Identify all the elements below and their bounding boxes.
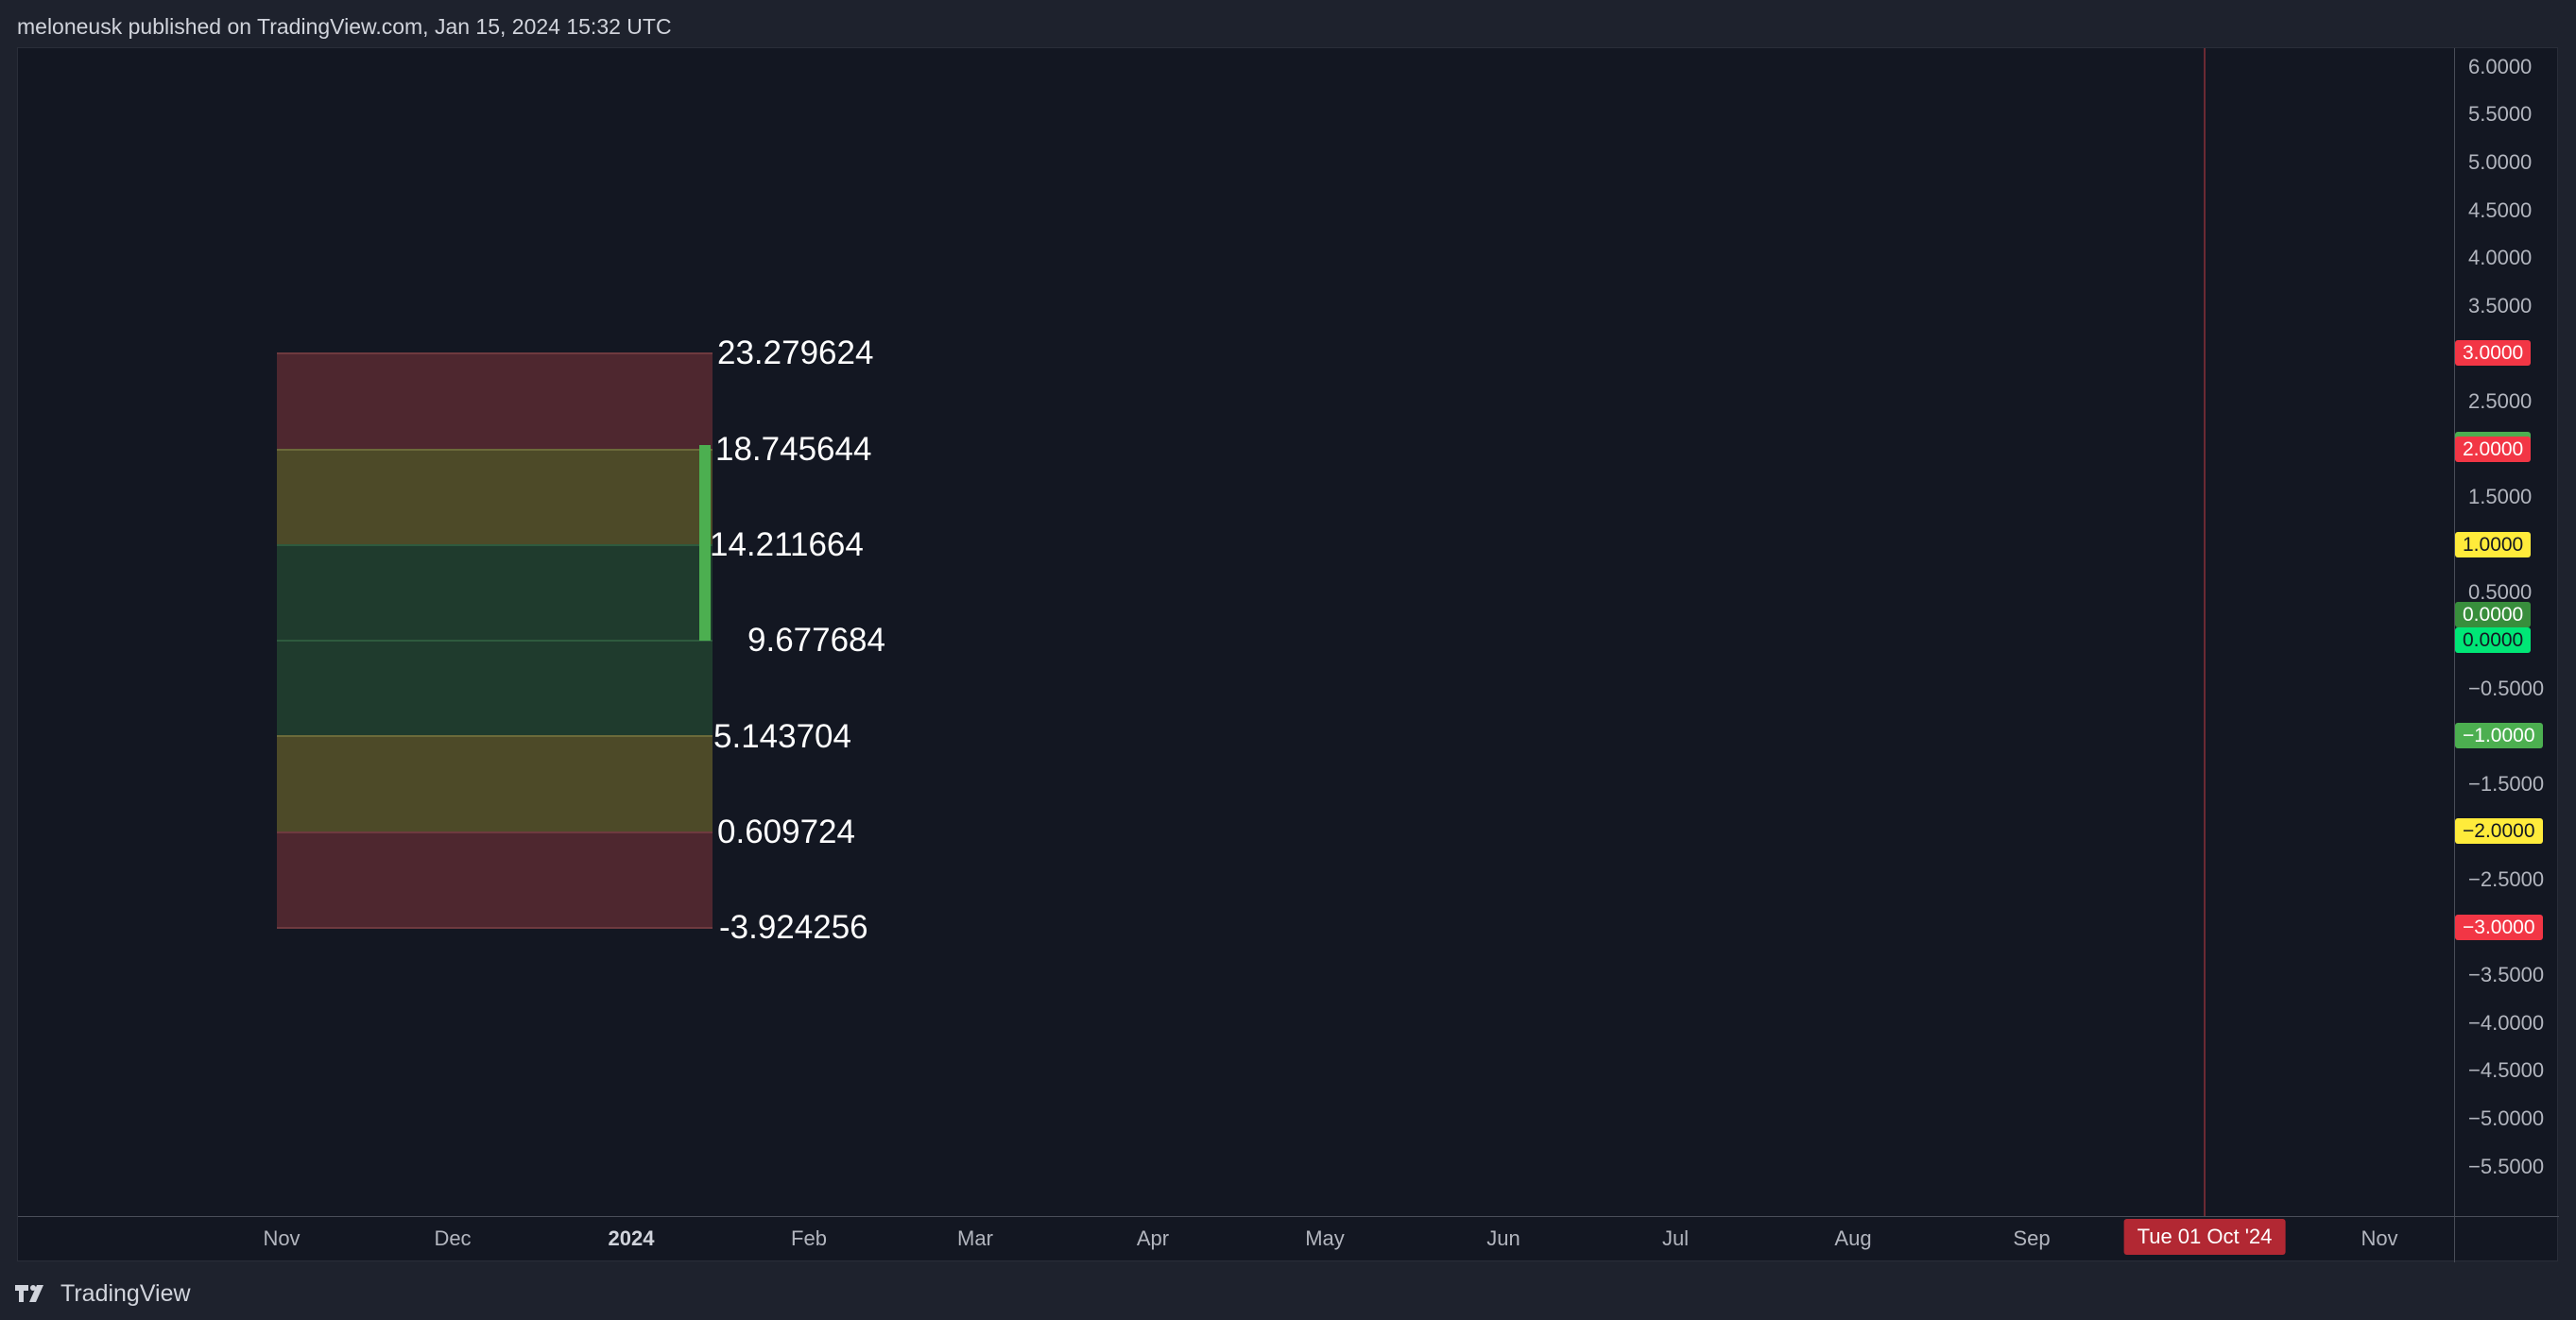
- zone-band-red: [277, 832, 713, 928]
- price-tick: 4.5000: [2468, 197, 2533, 222]
- price-tick: −1.5000: [2468, 771, 2545, 796]
- price-tick: 4.0000: [2468, 246, 2533, 270]
- crosshair-time-badge: Tue 01 Oct '24: [2123, 1219, 2286, 1255]
- price-tick: 5.5000: [2468, 102, 2533, 127]
- level-label: -3.924256: [719, 909, 868, 946]
- time-tick: Nov: [2361, 1226, 2398, 1250]
- tradingview-logo-icon: [15, 1285, 43, 1302]
- price-tick: −3.5000: [2468, 963, 2545, 987]
- price-tick: 1.5000: [2468, 485, 2533, 509]
- time-tick: Jul: [1661, 1226, 1690, 1250]
- zone-band-yellow: [277, 450, 713, 545]
- time-axis[interactable]: Nov Dec 2024 Feb Mar Apr May Jun Jul Aug Sep Nov Tue…: [18, 1216, 2454, 1262]
- price-badge: 2.0000: [2455, 436, 2532, 462]
- price-badge: −2.0000: [2455, 818, 2543, 845]
- level-label: 14.211664: [710, 526, 864, 563]
- level-label: 23.279624: [717, 334, 874, 371]
- price-badge: −1.0000: [2455, 723, 2543, 749]
- level-label: 9.677684: [747, 622, 885, 659]
- price-tick: −4.0000: [2468, 1010, 2545, 1035]
- crosshair-vertical-line: [2204, 48, 2206, 1216]
- time-tick: 2024: [608, 1226, 655, 1250]
- zone-band-yellow: [277, 736, 713, 832]
- price-badge: 1.0000: [2455, 531, 2532, 557]
- price-tick: 6.0000: [2468, 54, 2533, 78]
- price-badge: 0.0000: [2455, 601, 2532, 627]
- price-tick: −0.5000: [2468, 676, 2545, 700]
- axis-corner: [2454, 1216, 2559, 1262]
- level-line: [277, 352, 713, 354]
- level-line: [277, 449, 713, 451]
- time-tick: Nov: [263, 1226, 301, 1250]
- price-axis[interactable]: 6.0000 5.5000 5.0000 4.5000 4.0000 3.5000 2.50…: [2454, 48, 2559, 1216]
- level-line: [277, 831, 713, 833]
- zone-band-green: [277, 641, 713, 736]
- price-badge: 0.0000: [2455, 627, 2532, 653]
- zone-band-red: [277, 353, 713, 450]
- footer[interactable]: TradingView: [15, 1277, 191, 1310]
- price-badge: −3.0000: [2455, 914, 2543, 940]
- level-label: 0.609724: [717, 814, 855, 850]
- level-line: [277, 640, 713, 642]
- price-tick: −4.5000: [2468, 1058, 2545, 1083]
- price-tick: −2.5000: [2468, 867, 2545, 891]
- price-badge: 3.0000: [2455, 340, 2532, 367]
- level-label: 18.745644: [715, 431, 872, 468]
- level-line: [277, 735, 713, 737]
- time-tick: Dec: [434, 1226, 472, 1250]
- chart-container[interactable]: 23.279624 18.745644 14.211664 9.677684 5.143…: [17, 47, 2559, 1262]
- time-tick: Jun: [1486, 1226, 1520, 1250]
- plot-area[interactable]: 23.279624 18.745644 14.211664 9.677684 5.143…: [18, 48, 2454, 1216]
- price-tick: 2.5000: [2468, 389, 2533, 413]
- time-tick: Apr: [1136, 1226, 1170, 1250]
- price-tick: 0.5000: [2468, 580, 2533, 605]
- price-tick: 5.0000: [2468, 150, 2533, 174]
- time-tick: May: [1305, 1226, 1345, 1250]
- price-tick: −5.5000: [2468, 1154, 2545, 1178]
- level-line: [277, 544, 713, 546]
- level-line: [277, 927, 713, 929]
- price-tick: −5.0000: [2468, 1106, 2545, 1130]
- time-tick: Feb: [791, 1226, 827, 1250]
- oscillator-bar: [699, 445, 711, 641]
- publish-info: meloneusk published on TradingView.com, …: [17, 14, 672, 39]
- time-tick: Sep: [2013, 1226, 2051, 1250]
- price-tick: 3.5000: [2468, 293, 2533, 317]
- time-tick: Aug: [1834, 1226, 1872, 1250]
- level-label: 5.143704: [713, 718, 851, 755]
- footer-brand: TradingView: [60, 1279, 191, 1307]
- zone-band-green: [277, 545, 713, 641]
- time-tick: Mar: [957, 1226, 993, 1250]
